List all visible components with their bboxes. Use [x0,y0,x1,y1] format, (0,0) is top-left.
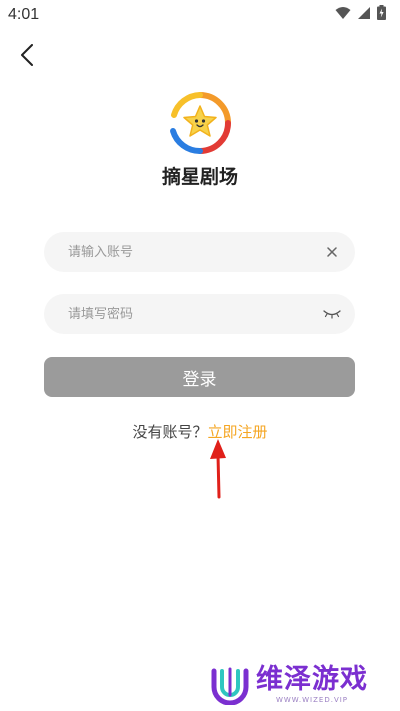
username-field[interactable] [44,232,355,272]
register-prompt: 没有账号？ [132,423,208,441]
annotation-arrow-icon [210,439,226,499]
wifi-icon [335,6,351,25]
register-row: 没有账号？立即注册 [0,421,400,442]
watermark-logo-icon [211,667,249,705]
star-logo-icon [170,92,231,155]
chevron-left-icon [20,44,34,70]
password-input[interactable] [66,305,323,323]
signal-icon [357,6,371,25]
login-button[interactable]: 登录 [44,357,355,397]
battery-charging-icon [377,5,386,25]
app-name: 摘星剧场 [161,166,238,188]
watermark-title: 维泽游戏 [256,664,368,695]
watermark: 维泽游戏 WWW.WIZED.VIP [210,664,368,706]
status-bar: 4:01 [0,0,400,30]
username-input[interactable] [66,243,323,261]
status-time: 4:01 [8,6,40,23]
password-field[interactable] [44,294,355,334]
app-logo [168,91,232,155]
eye-closed-icon[interactable] [323,305,341,323]
status-icons [335,5,386,25]
back-button[interactable] [12,42,42,72]
watermark-subtitle: WWW.WIZED.VIP [275,696,349,704]
close-icon[interactable] [323,243,341,261]
